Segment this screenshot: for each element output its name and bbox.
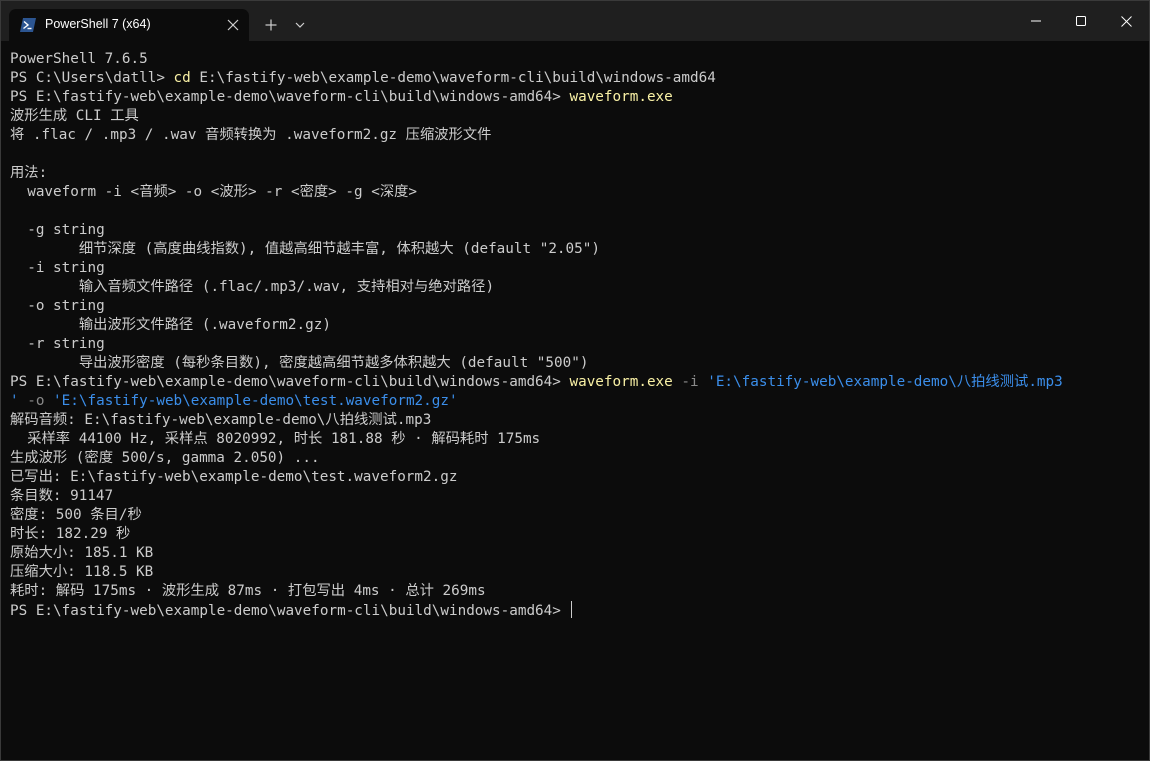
terminal-line: 压缩大小: 118.5 KB (10, 563, 1063, 582)
close-tab-icon[interactable] (227, 19, 239, 31)
terminal-line: 输入音频文件路径 (.flac/.mp3/.wav, 支持相对与绝对路径) (10, 278, 1063, 297)
new-tab-button[interactable] (257, 9, 285, 41)
minimize-button[interactable] (1013, 1, 1059, 41)
tab-dropdown-button[interactable] (287, 9, 313, 41)
terminal-line: ' -o 'E:\fastify-web\example-demo\test.w… (10, 392, 1063, 411)
terminal-text: 原始大小: 185.1 KB (10, 545, 154, 561)
terminal-text: PS E:\fastify-web\example-demo\waveform-… (10, 89, 570, 105)
terminal-line: 原始大小: 185.1 KB (10, 544, 1063, 563)
chevron-down-icon (295, 22, 305, 28)
terminal-text: 输出波形文件路径 (.waveform2.gz) (10, 317, 331, 333)
terminal-line: 密度: 500 条目/秒 (10, 506, 1063, 525)
terminal-line: 时长: 182.29 秒 (10, 525, 1063, 544)
terminal-text: 条目数: 91147 (10, 488, 114, 504)
terminal-line: 用法: (10, 164, 1063, 183)
terminal-text: 生成波形 (密度 500/s, gamma 2.050) ... (10, 450, 320, 466)
terminal-lines: PowerShell 7.6.5 PS C:\Users\datll> cd E:… (10, 50, 1063, 620)
terminal-output[interactable]: PowerShell 7.6.5 PS C:\Users\datll> cd E:… (1, 41, 1149, 760)
terminal-text: 采样率 44100 Hz, 采样点 8020992, 时长 181.88 秒 ·… (10, 431, 541, 447)
terminal-line: PowerShell 7.6.5 (10, 50, 1063, 69)
terminal-text: ' (10, 393, 19, 409)
terminal-text: 导出波形密度 (每秒条目数), 密度越高细节越多体积越大 (default "5… (10, 355, 589, 371)
terminal-text: 密度: 500 条目/秒 (10, 507, 142, 523)
terminal-line: 细节深度 (高度曲线指数), 值越高细节越丰富, 体积越大 (default "… (10, 240, 1063, 259)
terminal-line: 耗时: 解码 175ms · 波形生成 87ms · 打包写出 4ms · 总计… (10, 582, 1063, 601)
powershell-icon (20, 18, 36, 32)
terminal-text: waveform.exe (569, 89, 673, 105)
tab-title: PowerShell 7 (x64) (45, 17, 151, 31)
maximize-icon (1076, 16, 1086, 26)
minimize-icon (1031, 20, 1041, 22)
terminal-line: 导出波形密度 (每秒条目数), 密度越高细节越多体积越大 (default "5… (10, 354, 1063, 373)
terminal-text: cd (173, 70, 191, 86)
terminal-line: PS E:\fastify-web\example-demo\waveform-… (10, 373, 1063, 392)
terminal-text: -o (18, 393, 45, 409)
close-window-button[interactable] (1103, 1, 1149, 41)
terminal-line: PS C:\Users\datll> cd E:\fastify-web\exa… (10, 69, 1063, 88)
terminal-text: -r string (10, 336, 105, 352)
terminal-line: 波形生成 CLI 工具 (10, 107, 1063, 126)
terminal-text: -o string (10, 298, 105, 314)
terminal-text: E:\fastify-web\example-demo\waveform-cli… (190, 70, 716, 86)
terminal-line: 条目数: 91147 (10, 487, 1063, 506)
terminal-line: 已写出: E:\fastify-web\example-demo\test.wa… (10, 468, 1063, 487)
terminal-text: 用法: (10, 165, 48, 181)
terminal-text: 波形生成 CLI 工具 (10, 108, 139, 124)
terminal-text: PowerShell 7.6.5 (10, 51, 148, 67)
terminal-text: -i (672, 374, 699, 390)
terminal-text: waveform.exe (569, 374, 673, 390)
terminal-line: -r string (10, 335, 1063, 354)
plus-icon (265, 19, 277, 31)
terminal-text: 将 .flac / .mp3 / .wav 音频转换为 .waveform2.g… (10, 127, 492, 143)
terminal-text: 时长: 182.29 秒 (10, 526, 131, 542)
terminal-line: PS E:\fastify-web\example-demo\waveform-… (10, 601, 1063, 620)
terminal-text: -g string (10, 222, 105, 238)
terminal-text: 耗时: 解码 175ms · 波形生成 87ms · 打包写出 4ms · 总计… (10, 583, 486, 599)
terminal-line: PS E:\fastify-web\example-demo\waveform-… (10, 88, 1063, 107)
terminal-text: 细节深度 (高度曲线指数), 值越高细节越丰富, 体积越大 (default "… (10, 241, 600, 257)
terminal-line: waveform -i <音频> -o <波形> -r <密度> -g <深度> (10, 183, 1063, 202)
terminal-text: waveform -i <音频> -o <波形> -r <密度> -g <深度> (10, 184, 418, 200)
terminal-text: -i string (10, 260, 105, 276)
terminal-line: 解码音频: E:\fastify-web\example-demo\八拍线测试.… (10, 411, 1063, 430)
terminal-text: PS C:\Users\datll> (10, 70, 174, 86)
terminal-line: 生成波形 (密度 500/s, gamma 2.050) ... (10, 449, 1063, 468)
terminal-text: 解码音频: E:\fastify-web\example-demo\八拍线测试.… (10, 412, 432, 428)
terminal-line: 采样率 44100 Hz, 采样点 8020992, 时长 181.88 秒 ·… (10, 430, 1063, 449)
text-cursor (571, 601, 573, 618)
terminal-line: 输出波形文件路径 (.waveform2.gz) (10, 316, 1063, 335)
maximize-button[interactable] (1058, 1, 1104, 41)
close-icon (1120, 15, 1132, 27)
terminal-line: -o string (10, 297, 1063, 316)
title-bar: PowerShell 7 (x64) (1, 1, 1149, 41)
terminal-text: 输入音频文件路径 (.flac/.mp3/.wav, 支持相对与绝对路径) (10, 279, 495, 295)
terminal-text: 已写出: E:\fastify-web\example-demo\test.wa… (10, 469, 458, 485)
terminal-line: -g string (10, 221, 1063, 240)
terminal-text: 压缩大小: 118.5 KB (10, 564, 154, 580)
terminal-line: -i string (10, 259, 1063, 278)
terminal-text: PS E:\fastify-web\example-demo\waveform-… (10, 603, 570, 619)
terminal-text: PS E:\fastify-web\example-demo\waveform-… (10, 374, 570, 390)
terminal-text: 'E:\fastify-web\example-demo\八拍线测试.mp3 (698, 374, 1063, 390)
tab-powershell[interactable]: PowerShell 7 (x64) (9, 9, 249, 41)
terminal-line: 将 .flac / .mp3 / .wav 音频转换为 .waveform2.g… (10, 126, 1063, 145)
terminal-window: PowerShell 7 (x64) PowerShell 7.6.5 PS C… (0, 0, 1150, 761)
terminal-text: 'E:\fastify-web\example-demo\test.wavefo… (44, 393, 458, 409)
